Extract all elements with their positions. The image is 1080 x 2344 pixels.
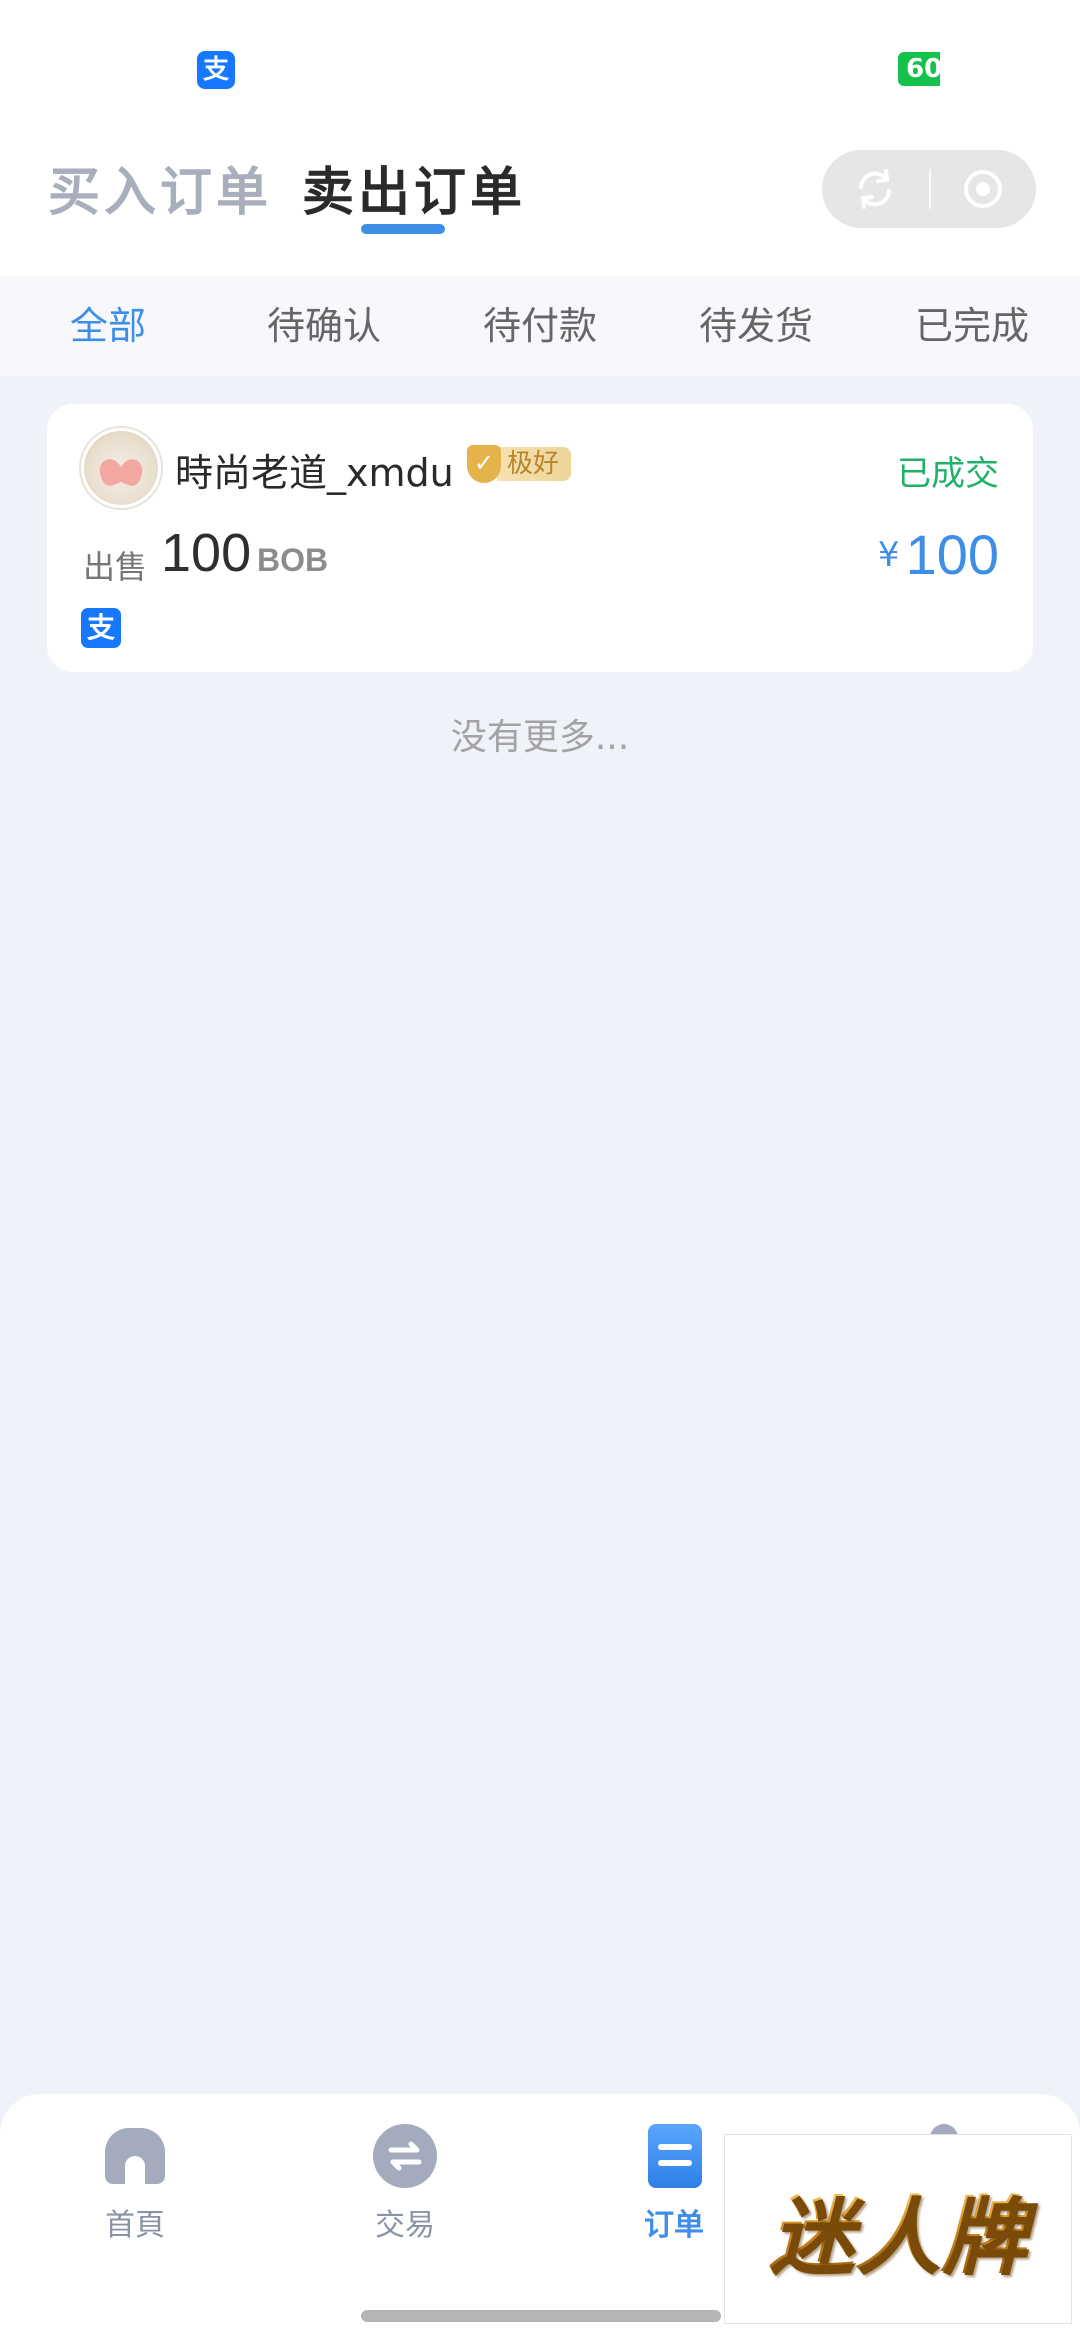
price-value: 100 [905, 523, 999, 586]
rating-badge-label: 极好 [497, 447, 572, 481]
no-more-text: 没有更多... [450, 717, 630, 758]
shield-check-icon: ✓ [467, 445, 501, 483]
status-tab-pending-confirm[interactable]: 待确认 [216, 276, 432, 376]
order-icon [642, 2124, 706, 2188]
nav-trade-label: 交易 [375, 2208, 435, 2243]
nav-home-label: 首頁 [105, 2208, 165, 2243]
seller-avatar[interactable] [81, 428, 161, 508]
watermark-text: 迷人牌 [769, 2169, 1027, 2290]
order-type-label: 出售 [83, 548, 148, 586]
exchange-icon [373, 2124, 437, 2188]
record-button[interactable] [930, 150, 1036, 228]
nav-home[interactable]: 首頁 [45, 2124, 225, 2244]
page-header: 买入订单 卖出订单 [0, 140, 1080, 276]
refresh-button[interactable] [822, 150, 928, 228]
seller-name: 時尚老道_xmdu [175, 451, 454, 495]
order-status-tabs: 全部 待确认 待付款 待发货 已完成 [0, 276, 1080, 376]
order-card[interactable]: 時尚老道_xmdu ✓ 极好 已成交 出售 100 BOB ¥100 支 [47, 404, 1033, 672]
home-indicator [361, 2310, 721, 2322]
rating-badge: ✓ 极好 [467, 444, 572, 484]
tab-buy-orders[interactable]: 买入订单 [48, 150, 272, 225]
status-bar: 支 60 [0, 0, 1080, 140]
nav-trade[interactable]: 交易 [315, 2124, 495, 2244]
tab-sell-orders[interactable]: 卖出订单 [302, 150, 526, 225]
currency-symbol: ¥ [877, 535, 900, 575]
battery-indicator: 60 [898, 52, 940, 86]
status-tab-all[interactable]: 全部 [0, 276, 216, 376]
home-icon [103, 2124, 167, 2188]
alipay-icon: 支 [81, 608, 121, 648]
status-tab-pending-shipment[interactable]: 待发货 [648, 276, 864, 376]
miniapp-capsule [822, 150, 1036, 228]
order-unit: BOB [257, 542, 329, 578]
active-tab-indicator [361, 224, 445, 234]
status-tab-pending-payment[interactable]: 待付款 [432, 276, 648, 376]
avatar-butterfly-wing [116, 456, 146, 488]
refresh-icon [859, 169, 891, 209]
alipay-icon: 支 [197, 51, 235, 89]
order-amount: 100 [161, 523, 252, 583]
order-price: ¥100 [878, 522, 999, 587]
status-tab-completed[interactable]: 已完成 [864, 276, 1080, 376]
order-status: 已成交 [897, 454, 999, 494]
record-icon [964, 170, 1002, 208]
watermark-logo: 迷人牌 [724, 2134, 1072, 2324]
